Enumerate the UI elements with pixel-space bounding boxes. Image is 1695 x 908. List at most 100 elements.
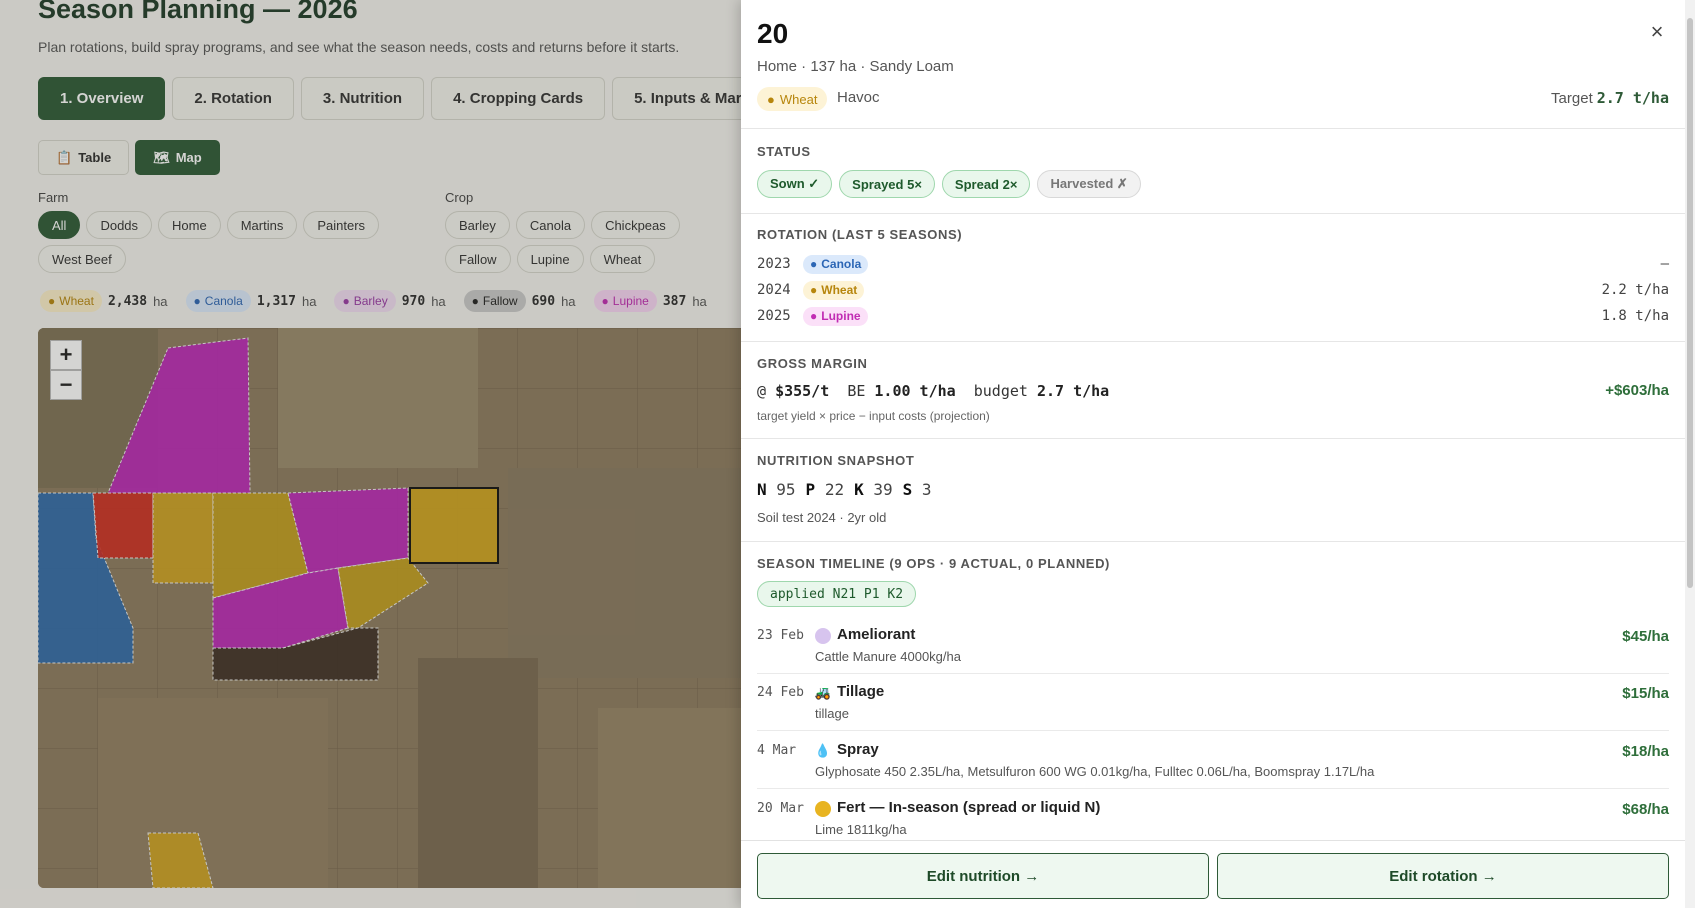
- soil-test-note: Soil test 2024 · 2yr old: [757, 510, 887, 525]
- status-section: STATUS Sown ✓ Sprayed 5× Spread 2× Harve…: [741, 129, 1685, 214]
- view-toggle: 📋 Table 🗺 Map: [38, 140, 220, 175]
- tab-cropping-cards[interactable]: 4. Cropping Cards: [431, 77, 606, 120]
- edit-rotation-button[interactable]: Edit rotation →: [1217, 853, 1669, 899]
- crop-chip-chickpeas[interactable]: Chickpeas: [591, 211, 680, 239]
- nutrient-s: S 3: [902, 480, 932, 499]
- legend-unit: ha: [431, 293, 446, 309]
- droplet-icon: 💧: [814, 743, 832, 758]
- farm-chip-martins[interactable]: Martins: [226, 211, 298, 239]
- timeline-op[interactable]: 24 Feb 🚜 Tillage tillage $15/ha: [757, 675, 1669, 731]
- legend-area: 387: [662, 293, 687, 309]
- tab-rotation[interactable]: 2. Rotation: [172, 77, 294, 120]
- rotation-yield: 1.8 t/ha: [1601, 308, 1669, 324]
- tab-overview[interactable]: 1. Overview: [38, 77, 166, 120]
- op-date: 24 Feb: [757, 685, 804, 700]
- farm-filter-label: Farm: [38, 190, 69, 205]
- legend-pill: ● Lupine: [593, 290, 657, 312]
- table-icon: 📋: [56, 149, 73, 165]
- op-cost: $45/ha: [1622, 628, 1669, 645]
- farm-chip-dodds[interactable]: Dodds: [86, 211, 153, 239]
- gross-margin-value: +$603/ha: [1605, 382, 1669, 399]
- legend-item-wheat: ● Wheat 2,438 ha: [40, 290, 168, 312]
- rotation-row: 2024 ● Wheat 2.2 t/ha: [757, 279, 1669, 301]
- op-date: 20 Mar: [757, 801, 804, 816]
- zoom-in-button[interactable]: +: [50, 340, 82, 370]
- legend-area: 690: [531, 293, 556, 309]
- nutrition-heading: NUTRITION SNAPSHOT: [757, 453, 915, 468]
- status-pills: Sown ✓ Sprayed 5× Spread 2× Harvested ✗: [757, 170, 1669, 198]
- status-heading: STATUS: [757, 144, 811, 159]
- paddock-selected-20[interactable]: [409, 487, 499, 564]
- fert-icon: [815, 801, 831, 817]
- op-detail: Cattle Manure 4000kg/ha: [815, 649, 961, 664]
- rotation-crop-badge: ● Wheat: [803, 280, 865, 300]
- paddock-map[interactable]: + −: [38, 328, 748, 888]
- rotation-year: 2024: [757, 282, 791, 298]
- crop-chip-lupine[interactable]: Lupine: [516, 245, 584, 273]
- timeline-op[interactable]: 20 Mar Fert — In-season (spread or liqui…: [757, 791, 1669, 840]
- legend-area: 970: [401, 293, 426, 309]
- crop-chip-fallow[interactable]: Fallow: [445, 245, 511, 273]
- farm-chip-west-beef[interactable]: West Beef: [38, 245, 126, 273]
- ameliorant-icon: [815, 628, 831, 644]
- farm-chip-home[interactable]: Home: [158, 211, 221, 239]
- crop-area-legend: ● Wheat 2,438 ha ● Canola 1,317 ha ● Bar…: [40, 290, 707, 312]
- legend-unit: ha: [153, 293, 168, 309]
- satellite-map-canvas: [38, 328, 748, 888]
- timeline-heading: SEASON TIMELINE (9 OPS · 9 ACTUAL, 0 PLA…: [757, 556, 1110, 571]
- map-view-button[interactable]: 🗺 Map: [135, 140, 220, 175]
- op-name: Fert — In-season (spread or liquid N): [837, 799, 1101, 816]
- timeline-op[interactable]: 4 Mar 💧 Spray Glyphosate 450 2.35L/ha, M…: [757, 733, 1669, 789]
- legend-item-fallow: ● Fallow 690 ha: [463, 290, 576, 312]
- table-view-label: Table: [78, 150, 112, 165]
- paddock-red[interactable]: [92, 492, 154, 559]
- status-harvested: Harvested ✗: [1037, 170, 1141, 198]
- farm-chip-painters[interactable]: Painters: [303, 211, 380, 239]
- nutrient-k: K 39: [854, 480, 893, 499]
- gross-margin-summary: @ $355/t BE 1.00 t/ha budget 2.7 t/ha: [757, 382, 1110, 400]
- farm-chip-all[interactable]: All: [38, 211, 81, 239]
- tab-nutrition[interactable]: 3. Nutrition: [300, 77, 425, 120]
- timeline-op[interactable]: 23 Feb Ameliorant Cattle Manure 4000kg/h…: [757, 618, 1669, 674]
- crop-chip-wheat[interactable]: Wheat: [589, 245, 656, 273]
- status-sprayed: Sprayed 5×: [839, 170, 935, 198]
- op-name: Spray: [837, 741, 879, 758]
- op-cost: $15/ha: [1622, 685, 1669, 702]
- applied-nutrients-badge: applied N21 P1 K2: [757, 581, 917, 607]
- farm-filter-chips: All Dodds Home Martins Painters West Bee…: [38, 211, 398, 273]
- crop-chip-canola[interactable]: Canola: [515, 211, 586, 239]
- legend-area: 1,317: [256, 293, 296, 309]
- op-date: 23 Feb: [757, 628, 804, 643]
- drawer-scroll-area[interactable]: 20 × Home · 137 ha · Sandy Loam ● Wheat …: [741, 0, 1685, 840]
- rotation-row: 2025 ● Lupine 1.8 t/ha: [757, 305, 1669, 327]
- paddock-wheat-a[interactable]: [152, 492, 214, 584]
- variety-label: Havoc: [837, 89, 880, 106]
- page-title: Season Planning — 2026: [38, 0, 358, 24]
- rotation-yield: 2.2 t/ha: [1601, 282, 1669, 298]
- close-icon[interactable]: ×: [1645, 19, 1669, 44]
- rotation-heading: ROTATION (LAST 5 SEASONS): [757, 227, 963, 242]
- crop-filter-label: Crop: [445, 190, 474, 205]
- op-name: Ameliorant: [837, 626, 916, 643]
- status-spread: Spread 2×: [941, 170, 1031, 198]
- map-icon: 🗺: [153, 149, 170, 165]
- drawer-scrollbar[interactable]: [1685, 0, 1695, 908]
- nutrition-values: N 95 P 22 K 39 S 3: [757, 480, 932, 499]
- paddock-title: 20: [757, 18, 789, 49]
- legend-pill: ● Wheat: [40, 290, 102, 312]
- gross-margin-note: target yield × price − input costs (proj…: [757, 409, 990, 423]
- rotation-year: 2023: [757, 256, 791, 272]
- zoom-out-button[interactable]: −: [50, 370, 82, 400]
- legend-item-lupine: ● Lupine 387 ha: [593, 290, 707, 312]
- paddock-subtitle: Home · 137 ha · Sandy Loam: [757, 58, 954, 75]
- edit-nutrition-button[interactable]: Edit nutrition →: [757, 853, 1209, 899]
- crop-filter-chips: Barley Canola Chickpeas Fallow Lupine Wh…: [445, 211, 745, 273]
- op-detail: Glyphosate 450 2.35L/ha, Metsulfuron 600…: [815, 764, 1375, 779]
- table-view-button[interactable]: 📋 Table: [38, 140, 130, 175]
- op-cost: $18/ha: [1622, 743, 1669, 760]
- nutrient-p: P 22: [805, 480, 845, 499]
- legend-unit: ha: [561, 293, 576, 309]
- rotation-year: 2025: [757, 308, 791, 324]
- crop-chip-barley[interactable]: Barley: [445, 211, 510, 239]
- scrollbar-thumb[interactable]: [1687, 18, 1693, 588]
